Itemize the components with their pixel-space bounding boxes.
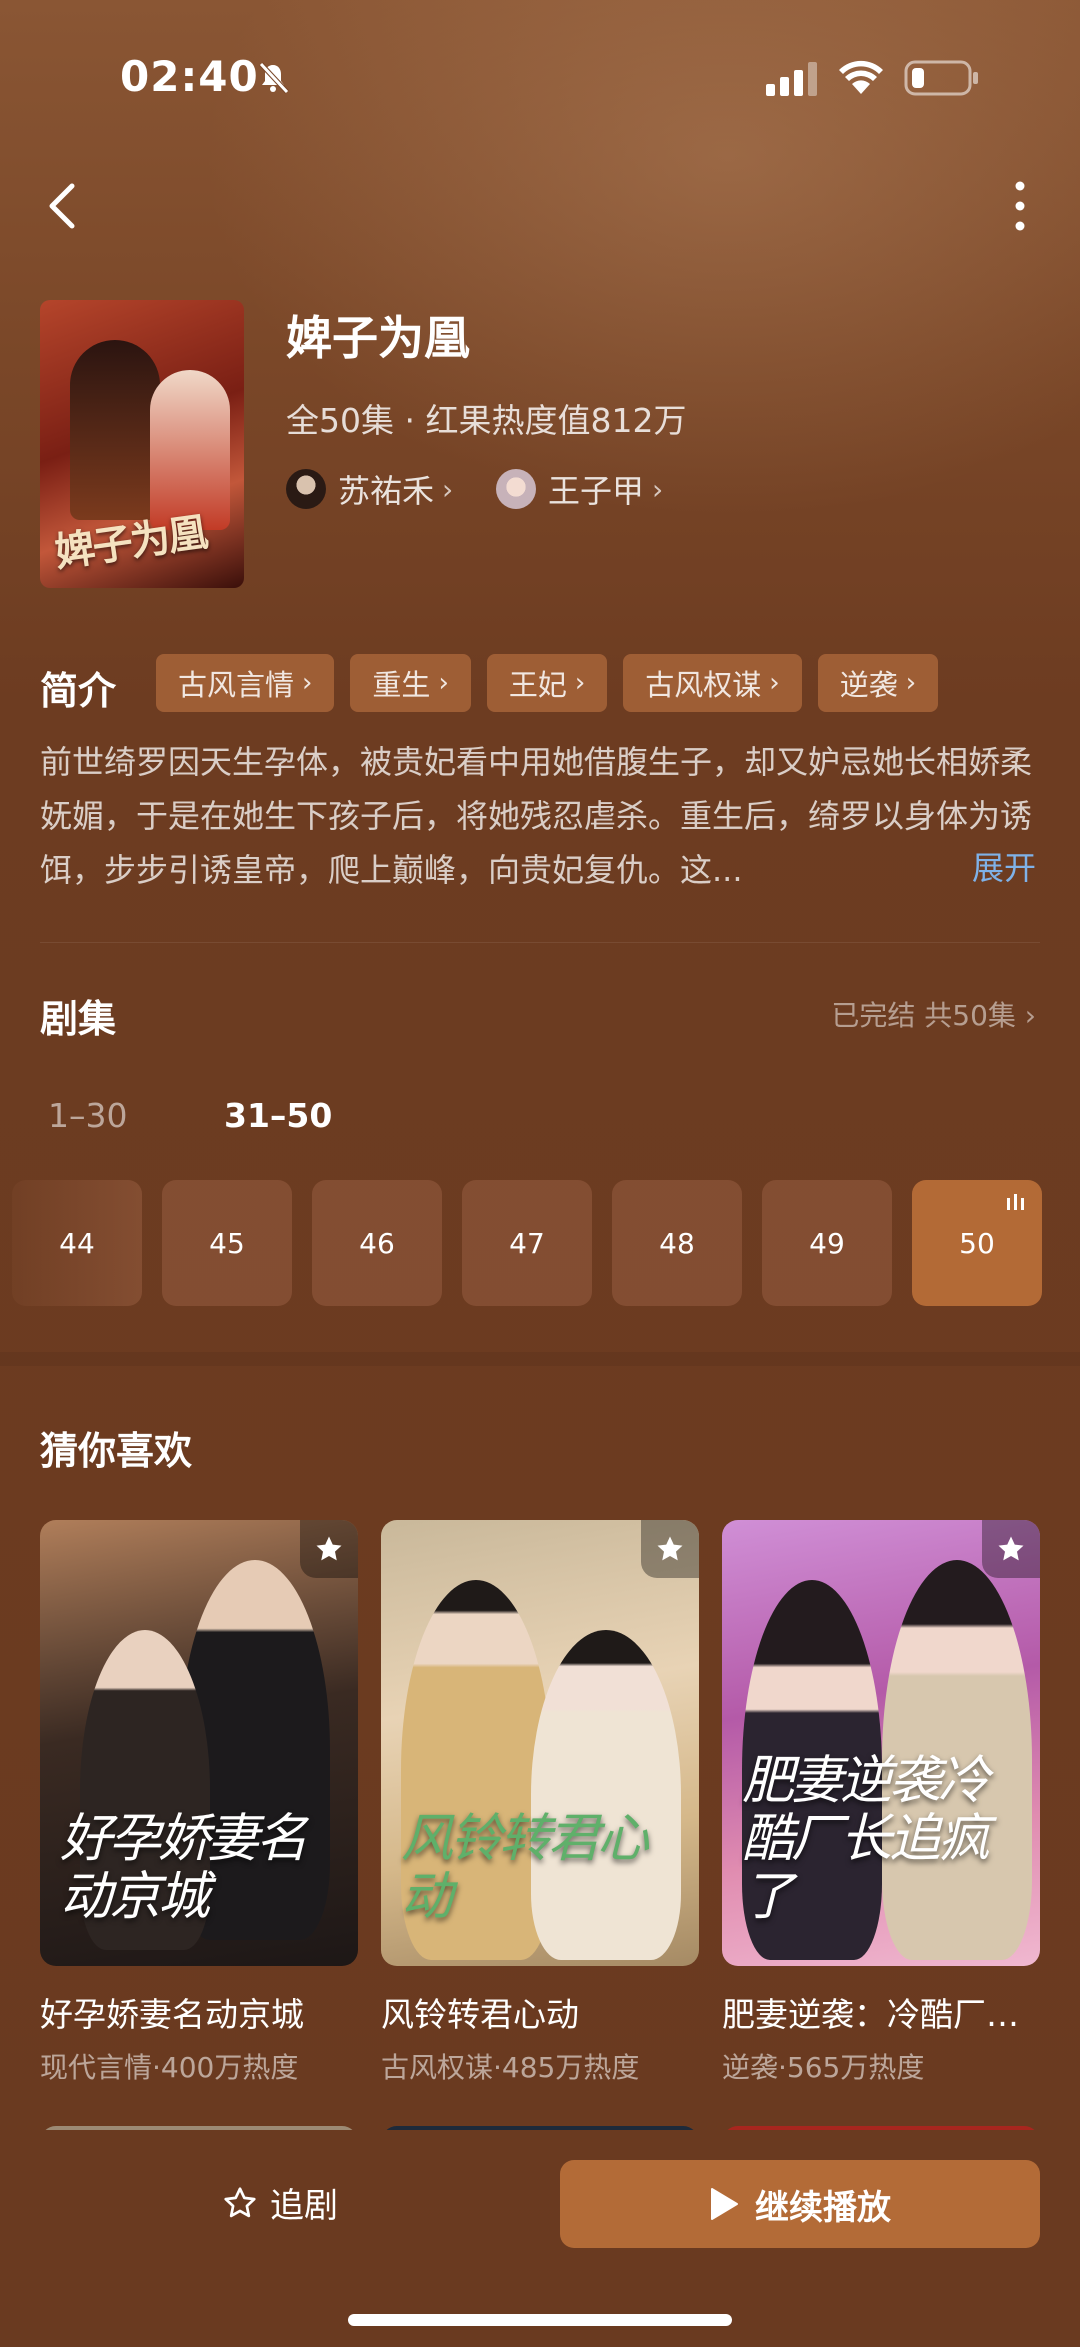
episode-list: 44 45 46 47 48 49 50 (12, 1180, 1042, 1306)
show-title: 婢子为凰 (286, 311, 470, 365)
back-arrow-icon[interactable] (40, 178, 88, 234)
chevron-right-icon: › (442, 472, 454, 506)
episode-button[interactable]: 48 (612, 1180, 742, 1306)
recommendation-meta: 逆袭·565万热度 (722, 2051, 925, 2084)
recommendation-meta: 现代言情·400万热度 (40, 2051, 299, 2084)
synopsis-text: 前世绮罗因天生孕体，被贵妃看中用她借腹生子，却又妒忌她长相娇柔妩媚，于是在她生下… (40, 743, 1033, 889)
recommendation-cover: 肥妻逆袭冷酷厂长追疯了 (722, 1520, 1040, 1966)
chevron-right-icon: › (1024, 999, 1036, 1032)
recommendation-name: 肥妻逆袭：冷酷厂… (722, 1995, 1019, 2034)
chevron-right-icon: › (302, 668, 313, 698)
play-icon (711, 2188, 738, 2220)
show-poster: 婢子为凰 (40, 300, 244, 588)
cover-title: 好孕娇妻名动京城 (60, 1809, 308, 1927)
cover-title: 风铃转君心动 (401, 1809, 649, 1927)
episodes-status: 已完结 共50集 (831, 999, 1016, 1032)
tag-label: 王妃 (508, 668, 567, 702)
chevron-right-icon: › (652, 472, 664, 506)
cover-title: 肥妻逆袭冷酷厂长追疯了 (742, 1751, 990, 1927)
star-icon (316, 1536, 342, 1561)
chevron-right-icon: › (905, 668, 917, 698)
recommendation-cover: 好孕娇妻名动京城 (40, 1520, 358, 1966)
chevron-right-icon: › (438, 668, 449, 698)
battery-icon (904, 60, 978, 96)
recommendations-title: 猜你喜欢 (40, 1429, 193, 1473)
tag-label: 逆袭 (839, 668, 898, 702)
wifi-icon (839, 60, 883, 94)
bell-muted-icon (259, 62, 289, 94)
tag-label: 古风言情 (178, 668, 295, 702)
status-bar: 02:40 (0, 52, 1080, 112)
genre-tag[interactable]: 重生 › (350, 654, 471, 712)
episode-button[interactable]: 45 (162, 1180, 292, 1306)
range-tab-selected[interactable]: 31–50 (224, 1096, 332, 1135)
recommendation-name: 风铃转君心动 (381, 1995, 579, 2034)
tag-label: 重生 (372, 668, 431, 702)
synopsis-label: 简介 (40, 669, 117, 713)
follow-label: 追剧 (270, 2186, 338, 2226)
range-tab[interactable]: 1–30 (48, 1096, 128, 1135)
poster-figure (70, 340, 160, 520)
status-time: 02:40 (120, 52, 259, 101)
episode-button[interactable]: 46 (312, 1180, 442, 1306)
genre-tag[interactable]: 逆袭 › (817, 654, 939, 712)
genre-tag[interactable]: 王妃 › (486, 654, 608, 712)
actor-name: 苏祐禾 (338, 472, 435, 510)
episode-button[interactable]: 44 (12, 1180, 142, 1306)
episodes-title: 剧集 (40, 997, 117, 1041)
signal-icon (766, 62, 817, 96)
recommendation-cover: 风铃转君心动 (381, 1520, 699, 1966)
play-label: 继续播放 (755, 2187, 891, 2228)
episode-button-current[interactable]: 50 (912, 1180, 1042, 1306)
chevron-right-icon: › (574, 668, 586, 698)
section-separator (0, 1352, 1080, 1366)
star-outline-icon (224, 2186, 256, 2217)
drama-detail-page: 02:40 婢子为凰 婢子为凰 全50集 · 红果热度值812万 苏祐禾 › 王… (0, 0, 1080, 2347)
episode-button[interactable]: 47 (462, 1180, 592, 1306)
more-options-icon[interactable] (1000, 176, 1040, 236)
actor-avatar (286, 469, 326, 509)
genre-tag[interactable]: 古风言情 › (156, 654, 335, 712)
show-meta: 全50集 · 红果热度值812万 (286, 401, 687, 440)
playing-bars-icon (1007, 1194, 1024, 1210)
star-icon (998, 1536, 1024, 1561)
recommendation-name: 好孕娇妻名动京城 (40, 1995, 304, 2034)
recommendation-card[interactable]: 风铃转君心动 风铃转君心动 古风权谋·485万热度 (381, 1520, 699, 2086)
continue-play-button[interactable]: 继续播放 (560, 2160, 1040, 2248)
actor-name: 王子甲 (548, 472, 645, 510)
genre-tag[interactable]: 古风权谋 › (623, 654, 802, 712)
chevron-right-icon: › (769, 668, 780, 698)
tag-list: 古风言情 › 重生 › 王妃 › 古风权谋 › 逆袭 › (156, 654, 939, 712)
star-icon (657, 1536, 683, 1561)
home-indicator[interactable] (348, 2314, 732, 2326)
actor-avatar (496, 469, 536, 509)
episodes-status-link[interactable]: 已完结 共50集 › (831, 994, 1036, 1034)
actor-link[interactable]: 王子甲 › (496, 466, 663, 512)
divider (40, 942, 1040, 943)
favorite-badge[interactable] (982, 1520, 1040, 1578)
recommendation-meta: 古风权谋·485万热度 (381, 2051, 640, 2084)
tag-label: 古风权谋 (645, 668, 762, 702)
expand-link[interactable]: 展开 (972, 843, 1036, 889)
recommendation-card[interactable]: 好孕娇妻名动京城 好孕娇妻名动京城 现代言情·400万热度 (40, 1520, 358, 2086)
favorite-badge[interactable] (641, 1520, 699, 1578)
recommendation-card[interactable]: 肥妻逆袭冷酷厂长追疯了 肥妻逆袭：冷酷厂… 逆袭·565万热度 (722, 1520, 1040, 2086)
episode-number: 50 (959, 1226, 995, 1260)
follow-button[interactable]: 追剧 (222, 2178, 338, 2227)
actor-link[interactable]: 苏祐禾 › (286, 466, 453, 512)
episode-button[interactable]: 49 (762, 1180, 892, 1306)
favorite-badge[interactable] (300, 1520, 358, 1578)
